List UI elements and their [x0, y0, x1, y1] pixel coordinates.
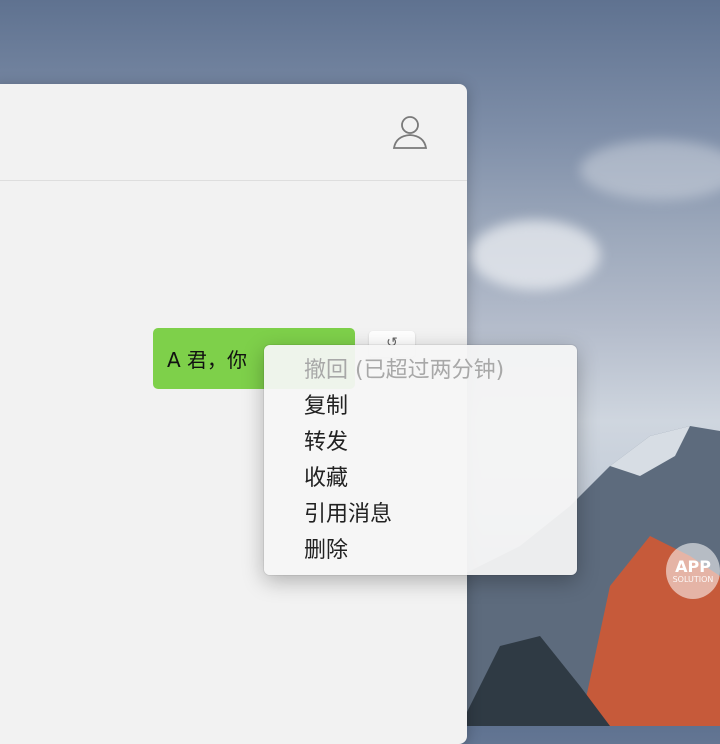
chat-header — [0, 84, 467, 181]
watermark-bottom-text: SOLUTION — [672, 574, 714, 584]
message-text: A 君，你 — [167, 348, 248, 372]
watermark-logo: APP SOLUTION — [666, 543, 720, 599]
menu-item-favorite[interactable]: 收藏 — [264, 461, 577, 497]
menu-item-delete[interactable]: 删除 — [264, 533, 577, 569]
profile-icon[interactable] — [390, 112, 430, 152]
desktop-cloud — [580, 140, 720, 200]
context-menu: 撤回 (已超过两分钟) 复制 转发 收藏 引用消息 删除 — [264, 345, 577, 575]
desktop-cloud — [470, 220, 600, 290]
menu-item-copy[interactable]: 复制 — [264, 389, 577, 425]
menu-item-forward[interactable]: 转发 — [264, 425, 577, 461]
watermark-top-text: APP — [675, 556, 711, 576]
menu-item-quote[interactable]: 引用消息 — [264, 497, 577, 533]
menu-item-recall: 撤回 (已超过两分钟) — [304, 358, 505, 383]
